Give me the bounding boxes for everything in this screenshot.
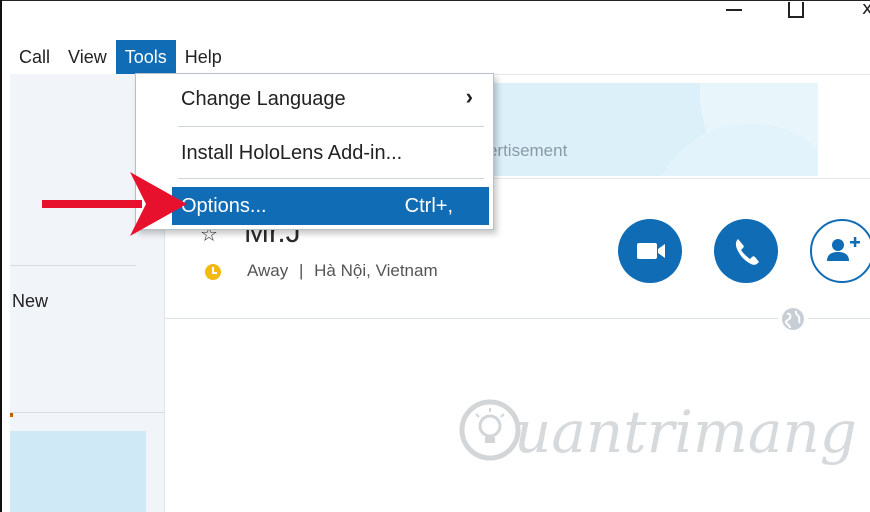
globe-glyph [782,308,804,330]
menu-item-install-hololens[interactable]: Install HoloLens Add-in... [136,134,493,172]
sidebar-marker [10,413,13,417]
arrow-annotation-icon [42,172,187,236]
sidebar-new-label[interactable]: New [12,291,48,312]
menu-item-options[interactable]: Options... Ctrl+, [172,187,489,225]
conversation-divider [165,318,870,319]
menu-call[interactable]: Call [10,40,59,74]
add-person-icon [827,237,860,261]
menu-bar: Call View Tools Help [10,40,231,74]
lightbulb-icon [459,399,521,461]
contact-status-line: Away | Hà Nội, Vietnam [247,261,438,281]
window-frame-left [0,0,10,512]
video-camera-icon [637,243,665,259]
menu-tools[interactable]: Tools [115,40,176,74]
location-text: Hà Nội, Vietnam [314,261,438,280]
menu-item-shortcut: Ctrl+, [404,195,453,217]
sidebar-divider [10,265,136,266]
menu-item-label: Install HoloLens Add-in... [181,142,403,164]
menu-item-label: Change Language [181,88,346,110]
title-bar-controls: x [690,0,870,22]
close-icon[interactable]: x [862,0,870,20]
status-separator: | [299,261,304,280]
phone-icon [735,239,759,265]
video-call-button[interactable] [618,219,682,283]
menu-separator [178,178,484,179]
globe-icon[interactable] [778,304,808,334]
sidebar-divider [10,412,165,413]
menu-item-label: Options... [181,195,267,217]
minimize-icon[interactable] [726,9,742,11]
add-people-button[interactable] [810,219,870,283]
chevron-right-icon: › [465,84,473,109]
watermark-text: uantrimang [514,398,857,466]
maximize-icon[interactable] [788,2,804,18]
audio-call-button[interactable] [714,219,778,283]
menu-help[interactable]: Help [176,40,231,74]
status-text: Away [247,261,289,280]
tools-dropdown-menu: Change Language › Install HoloLens Add-i… [135,73,494,230]
clock-icon [205,264,221,280]
menu-separator [178,126,484,127]
sidebar-selected-area[interactable] [10,431,146,512]
watermark: uantrimang [458,392,870,472]
menu-view[interactable]: View [59,40,116,74]
menu-item-change-language[interactable]: Change Language › [136,80,493,118]
